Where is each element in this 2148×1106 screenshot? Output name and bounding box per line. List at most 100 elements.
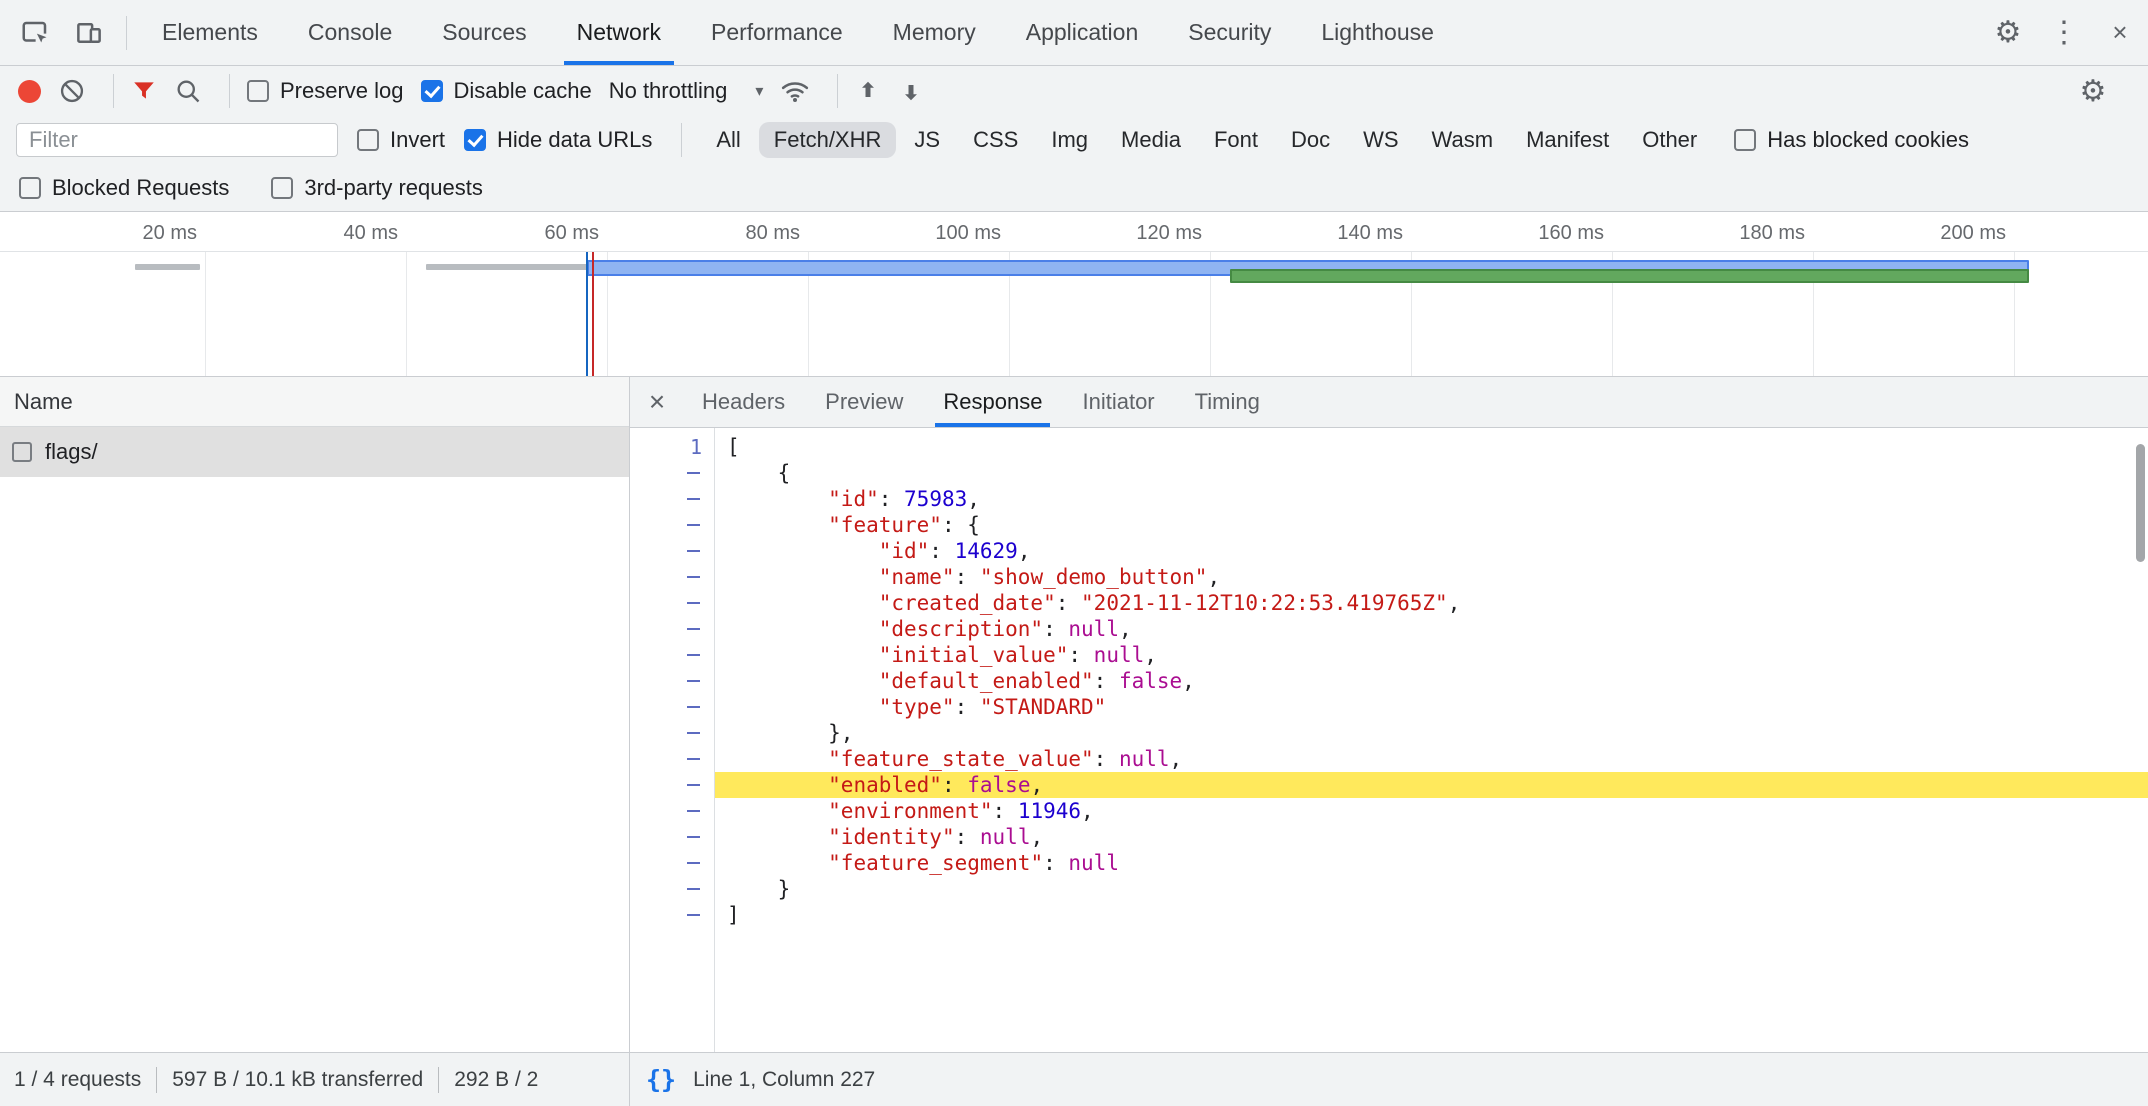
has-blocked-cookies-label: Has blocked cookies <box>1767 127 1969 153</box>
third-party-requests-label: 3rd-party requests <box>304 175 483 201</box>
tab-elements[interactable]: Elements <box>137 0 283 65</box>
fold-marker <box>687 498 700 500</box>
token-p <box>727 773 828 797</box>
filter-pill-all[interactable]: All <box>701 122 755 158</box>
token-p: , <box>1018 539 1031 563</box>
filter-pill-font[interactable]: Font <box>1199 122 1273 158</box>
network-settings-button[interactable]: ⚙ <box>2073 66 2113 116</box>
tab-memory[interactable]: Memory <box>868 0 1001 65</box>
fold-marker <box>687 784 700 786</box>
filter-input[interactable] <box>16 123 338 157</box>
search-button[interactable] <box>174 77 202 105</box>
inspect-element-button[interactable] <box>8 0 62 65</box>
filter-pill-manifest[interactable]: Manifest <box>1511 122 1624 158</box>
request-checkbox[interactable] <box>12 442 32 462</box>
fold-marker-cell <box>630 902 714 928</box>
filter-pill-css[interactable]: CSS <box>958 122 1033 158</box>
filter-pill-js[interactable]: JS <box>899 122 955 158</box>
checkbox-box[interactable] <box>247 80 269 102</box>
code-line: { <box>715 460 2148 486</box>
token-a: null <box>1068 851 1119 875</box>
tab-network[interactable]: Network <box>552 0 686 65</box>
detail-tab-preview[interactable]: Preview <box>805 377 923 427</box>
export-har-icon <box>898 78 924 104</box>
checkbox-box[interactable] <box>357 129 379 151</box>
checkbox-box[interactable] <box>19 177 41 199</box>
token-p <box>727 799 828 823</box>
tab-sources[interactable]: Sources <box>417 0 551 65</box>
filter-pill-ws[interactable]: WS <box>1348 122 1413 158</box>
disable-cache-checkbox[interactable]: Disable cache <box>421 78 592 104</box>
tab-application[interactable]: Application <box>1001 0 1164 65</box>
token-s: "show_demo_button" <box>980 565 1208 589</box>
filter-pill-other[interactable]: Other <box>1627 122 1712 158</box>
close-detail-icon: × <box>649 386 665 418</box>
devtools-window: ElementsConsoleSourcesNetworkPerformance… <box>0 0 2148 1106</box>
hide-data-urls-checkbox[interactable]: Hide data URLs <box>464 127 652 153</box>
has-blocked-cookies-checkbox[interactable]: Has blocked cookies <box>1734 127 1969 153</box>
token-p: , <box>1207 565 1220 589</box>
device-toolbar-button[interactable] <box>62 0 116 65</box>
close-devtools-button[interactable]: × <box>2092 0 2148 65</box>
fold-marker <box>687 914 700 916</box>
scrollbar-thumb[interactable] <box>2136 444 2145 562</box>
checkbox-box[interactable] <box>464 129 486 151</box>
filter-toggle-button[interactable] <box>131 78 157 104</box>
filter-pill-fetch-xhr[interactable]: Fetch/XHR <box>759 122 897 158</box>
third-party-requests-checkbox[interactable]: 3rd-party requests <box>271 175 483 201</box>
detail-tab-initiator[interactable]: Initiator <box>1062 377 1174 427</box>
filter-pill-media[interactable]: Media <box>1106 122 1196 158</box>
fold-marker <box>687 576 700 578</box>
more-options-button[interactable]: ⋮ <box>2036 0 2092 65</box>
token-s: "feature_segment" <box>828 851 1043 875</box>
token-p: : <box>1094 669 1119 693</box>
pretty-print-button[interactable]: {} <box>646 1065 676 1094</box>
main-tab-strip: ElementsConsoleSourcesNetworkPerformance… <box>137 0 1459 65</box>
filter-pill-img[interactable]: Img <box>1036 122 1103 158</box>
preserve-log-checkbox[interactable]: Preserve log <box>247 78 404 104</box>
token-a: false <box>967 773 1030 797</box>
chevron-down-icon: ▾ <box>755 81 763 101</box>
code-line: "initial_value": null, <box>715 642 2148 668</box>
name-header-label: Name <box>14 389 73 415</box>
settings-button[interactable]: ⚙ <box>1980 0 2036 65</box>
clear-network-log-button[interactable] <box>58 77 86 105</box>
export-har-button[interactable] <box>898 78 924 104</box>
blocked-requests-checkbox[interactable]: Blocked Requests <box>19 175 229 201</box>
vertical-scrollbar[interactable] <box>2133 430 2146 1050</box>
line-number: 1 <box>630 434 714 460</box>
filter-pill-doc[interactable]: Doc <box>1276 122 1345 158</box>
network-conditions-button[interactable] <box>780 76 810 106</box>
tab-console[interactable]: Console <box>283 0 417 65</box>
record-network-log-button[interactable] <box>18 80 41 103</box>
fold-marker-cell <box>630 720 714 746</box>
detail-tab-timing[interactable]: Timing <box>1175 377 1280 427</box>
token-s: "description" <box>879 617 1043 641</box>
close-detail-button[interactable]: × <box>632 377 682 427</box>
fold-marker-cell <box>630 642 714 668</box>
checkbox-box[interactable] <box>1734 129 1756 151</box>
token-p <box>727 669 879 693</box>
token-p: : { <box>942 513 980 537</box>
detail-tab-headers[interactable]: Headers <box>682 377 805 427</box>
network-summary-bar: 1 / 4 requests597 B / 10.1 kB transferre… <box>0 1052 629 1106</box>
network-conditions-icon <box>780 76 810 106</box>
request-row-flags[interactable]: flags/ <box>0 427 629 477</box>
tab-performance[interactable]: Performance <box>686 0 868 65</box>
network-overview-timeline[interactable]: 20 ms40 ms60 ms80 ms100 ms120 ms140 ms16… <box>0 212 2148 377</box>
throttling-select[interactable]: No throttling ▾ <box>609 78 764 104</box>
import-har-button[interactable] <box>855 78 881 104</box>
tab-security[interactable]: Security <box>1163 0 1296 65</box>
token-n: 14629 <box>955 539 1018 563</box>
invert-checkbox[interactable]: Invert <box>357 127 445 153</box>
checkbox-box[interactable] <box>271 177 293 199</box>
fold-marker-cell <box>630 824 714 850</box>
detail-tab-response[interactable]: Response <box>923 377 1062 427</box>
tab-lighthouse[interactable]: Lighthouse <box>1296 0 1459 65</box>
filter-pill-wasm[interactable]: Wasm <box>1417 122 1509 158</box>
token-p: , <box>1030 825 1043 849</box>
invert-label: Invert <box>390 127 445 153</box>
code-line: "description": null, <box>715 616 2148 642</box>
checkbox-box[interactable] <box>421 80 443 102</box>
requests-name-column-header[interactable]: Name <box>0 377 629 427</box>
